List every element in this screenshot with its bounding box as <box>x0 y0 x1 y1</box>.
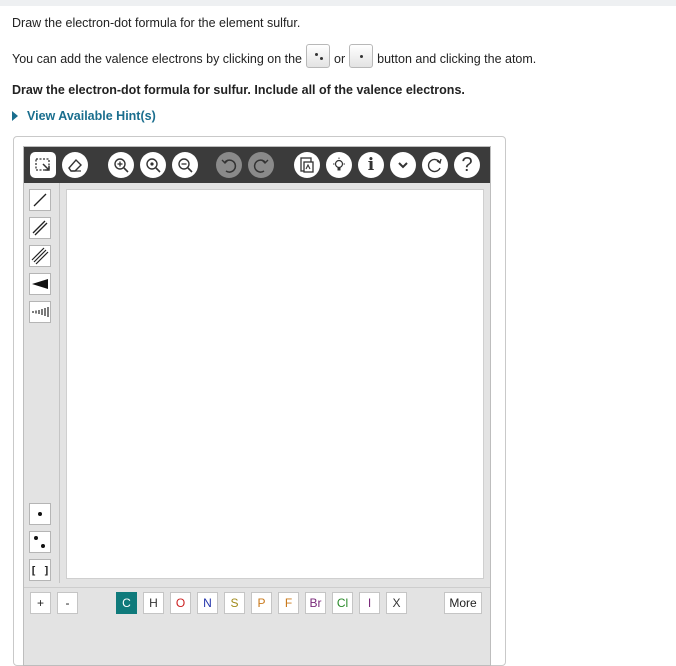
electron-pair-icon[interactable] <box>29 531 51 553</box>
instruction-part2: or <box>334 52 346 66</box>
double-bond-icon[interactable] <box>29 217 51 239</box>
element-bromine-button[interactable]: Br <box>305 592 326 614</box>
top-strip <box>0 0 676 6</box>
drawing-canvas[interactable] <box>66 189 484 579</box>
single-bond-icon[interactable] <box>29 189 51 211</box>
zoom-in-icon[interactable] <box>108 152 134 178</box>
chevron-down-icon[interactable] <box>390 152 416 178</box>
element-chlorine-button[interactable]: Cl <box>332 592 353 614</box>
template-icon[interactable] <box>294 152 320 178</box>
lightbulb-icon[interactable] <box>326 152 352 178</box>
element-generic-button[interactable]: X <box>386 592 407 614</box>
info-icon[interactable]: i <box>358 152 384 178</box>
wedge-bond-icon[interactable] <box>29 273 51 295</box>
single-electron-icon[interactable] <box>29 503 51 525</box>
intro-text: Draw the electron-dot formula for the el… <box>12 16 301 30</box>
element-sulfur-button[interactable]: S <box>224 592 245 614</box>
instruction-line: You can add the valence electrons by cli… <box>12 44 536 68</box>
element-bar: + - C H O N S P F Br Cl I X More <box>24 587 490 619</box>
electron-pair-example-icon <box>306 44 331 68</box>
expand-triangle-icon <box>12 111 18 121</box>
view-hints-link[interactable]: View Available Hint(s) <box>12 109 156 123</box>
brackets-icon[interactable]: [ ] <box>29 559 51 581</box>
negative-charge-button[interactable]: - <box>57 592 78 614</box>
hash-bond-icon[interactable] <box>29 301 51 323</box>
element-nitrogen-button[interactable]: N <box>197 592 218 614</box>
zoom-out-icon[interactable] <box>172 152 198 178</box>
editor-sidebar: [ ] <box>24 183 60 583</box>
zoom-fit-icon[interactable] <box>140 152 166 178</box>
eraser-icon[interactable] <box>62 152 88 178</box>
triple-bond-icon[interactable] <box>29 245 51 267</box>
element-oxygen-button[interactable]: O <box>170 592 191 614</box>
instruction-part3: button and clicking the atom. <box>377 52 537 66</box>
instruction-part1: You can add the valence electrons by cli… <box>12 52 303 66</box>
redo-icon[interactable] <box>248 152 274 178</box>
single-electron-example-icon <box>349 44 374 68</box>
help-icon[interactable]: ? <box>454 152 480 178</box>
more-elements-button[interactable]: More <box>444 592 482 614</box>
element-fluorine-button[interactable]: F <box>278 592 299 614</box>
molecule-editor: i ? [ ] + - C H O N S P F Br Cl I X More <box>23 146 491 666</box>
element-iodine-button[interactable]: I <box>359 592 380 614</box>
undo-icon[interactable] <box>216 152 242 178</box>
refresh-icon[interactable] <box>422 152 448 178</box>
select-icon[interactable] <box>30 152 56 178</box>
hints-label: View Available Hint(s) <box>27 109 156 123</box>
editor-footer <box>24 619 490 665</box>
element-phosphorus-button[interactable]: P <box>251 592 272 614</box>
task-instruction: Draw the electron-dot formula for sulfur… <box>12 83 465 97</box>
element-hydrogen-button[interactable]: H <box>143 592 164 614</box>
element-carbon-button[interactable]: C <box>116 592 137 614</box>
brackets-label: [ ] <box>30 563 50 577</box>
positive-charge-button[interactable]: + <box>30 592 51 614</box>
editor-toolbar: i ? <box>24 147 490 183</box>
